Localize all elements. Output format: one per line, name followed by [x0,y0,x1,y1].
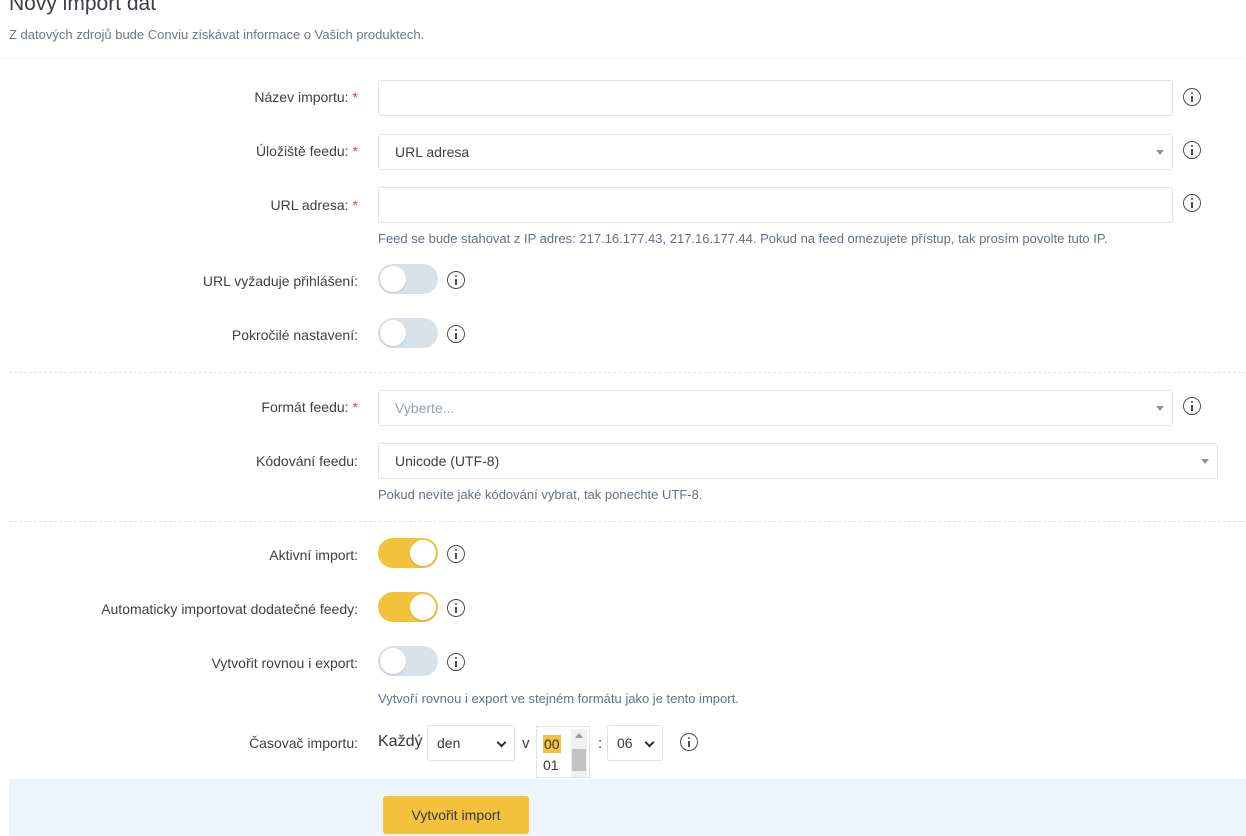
required-mark: * [352,89,358,105]
required-mark: * [352,399,358,415]
url-label: URL adresa: * [270,197,358,213]
scroll-up-arrow-icon[interactable] [575,733,583,738]
info-icon[interactable] [447,545,465,563]
caret-down-icon [1156,150,1164,155]
create-export-hint: Vytvoří rovnou i export ve stejném formá… [378,691,739,706]
url-login-label: URL vyžaduje přihlášení: [202,273,358,289]
timer-at-text: v [522,735,530,752]
section-divider [9,521,1246,522]
create-import-button[interactable]: Vytvořit import [383,796,529,834]
auto-import-toggle[interactable] [378,592,438,622]
info-icon[interactable] [447,271,465,289]
hour-option[interactable]: 00 [543,735,561,753]
info-icon[interactable] [447,653,465,671]
caret-down-icon [1156,406,1164,411]
encoding-hint: Pokud nevíte jaké kódování vybrat, tak p… [378,487,703,502]
toggle-knob [380,320,406,346]
caret-down-icon [1201,459,1209,464]
section-divider [9,372,1246,373]
advanced-label: Pokročilé nastavení: [231,327,358,343]
timer-minute-select[interactable]: 06 [607,725,663,761]
timer-hour-listbox[interactable]: 00 01 [536,726,590,778]
info-icon[interactable] [1183,194,1201,212]
active-toggle[interactable] [378,538,438,568]
timer-minute-value: 06 [617,735,633,751]
page-title: Nový import dat [9,0,157,15]
encoding-select-value: Unicode (UTF-8) [395,453,500,469]
timer-separator: : [598,735,603,752]
name-label: Název importu: * [254,89,358,105]
url-hint: Feed se bude stahovat z IP adres: 217.16… [378,231,1108,246]
timer-each-text: Každý [378,733,423,750]
required-mark: * [352,143,358,159]
storage-select[interactable]: URL adresa [378,134,1173,170]
name-input[interactable] [378,80,1173,116]
toggle-knob [380,648,406,674]
hour-option[interactable]: 01 [543,756,559,774]
toggle-knob [410,540,436,566]
scrollbar-thumb[interactable] [572,749,586,771]
header-divider [0,58,1246,59]
info-icon[interactable] [447,599,465,617]
create-export-toggle[interactable] [378,646,438,676]
timer-period-select[interactable]: den [427,725,515,761]
page-subtitle: Z datových zdrojů bude Conviu získávat i… [9,27,425,42]
create-export-label: Vytvořit rovnou i export: [211,655,358,671]
info-icon[interactable] [1183,397,1201,415]
url-input[interactable] [378,187,1173,223]
advanced-toggle[interactable] [378,318,438,348]
chevron-down-icon [496,737,507,748]
url-login-toggle[interactable] [378,264,438,294]
active-label: Aktivní import: [269,547,358,563]
encoding-label: Kódování feedu: [256,453,358,469]
info-icon[interactable] [1183,141,1201,159]
info-icon[interactable] [680,733,698,751]
timer-label: Časovač importu: [249,735,358,751]
format-select-placeholder: Vyberte... [395,400,455,416]
storage-label: Úložiště feedu: * [255,143,358,159]
storage-select-value: URL adresa [395,144,470,160]
info-icon[interactable] [1183,88,1201,106]
timer-period-value: den [437,735,461,751]
info-icon[interactable] [447,325,465,343]
form-footer [9,779,1246,836]
format-label: Formát feedu: * [261,399,358,415]
listbox-scrollbar[interactable] [571,729,587,777]
required-mark: * [352,197,358,213]
toggle-knob [410,594,436,620]
chevron-down-icon [644,737,655,748]
encoding-select[interactable]: Unicode (UTF-8) [378,443,1218,479]
toggle-knob [380,266,406,292]
auto-import-label: Automaticky importovat dodatečné feedy: [101,601,358,617]
format-select[interactable]: Vyberte... [378,390,1173,426]
